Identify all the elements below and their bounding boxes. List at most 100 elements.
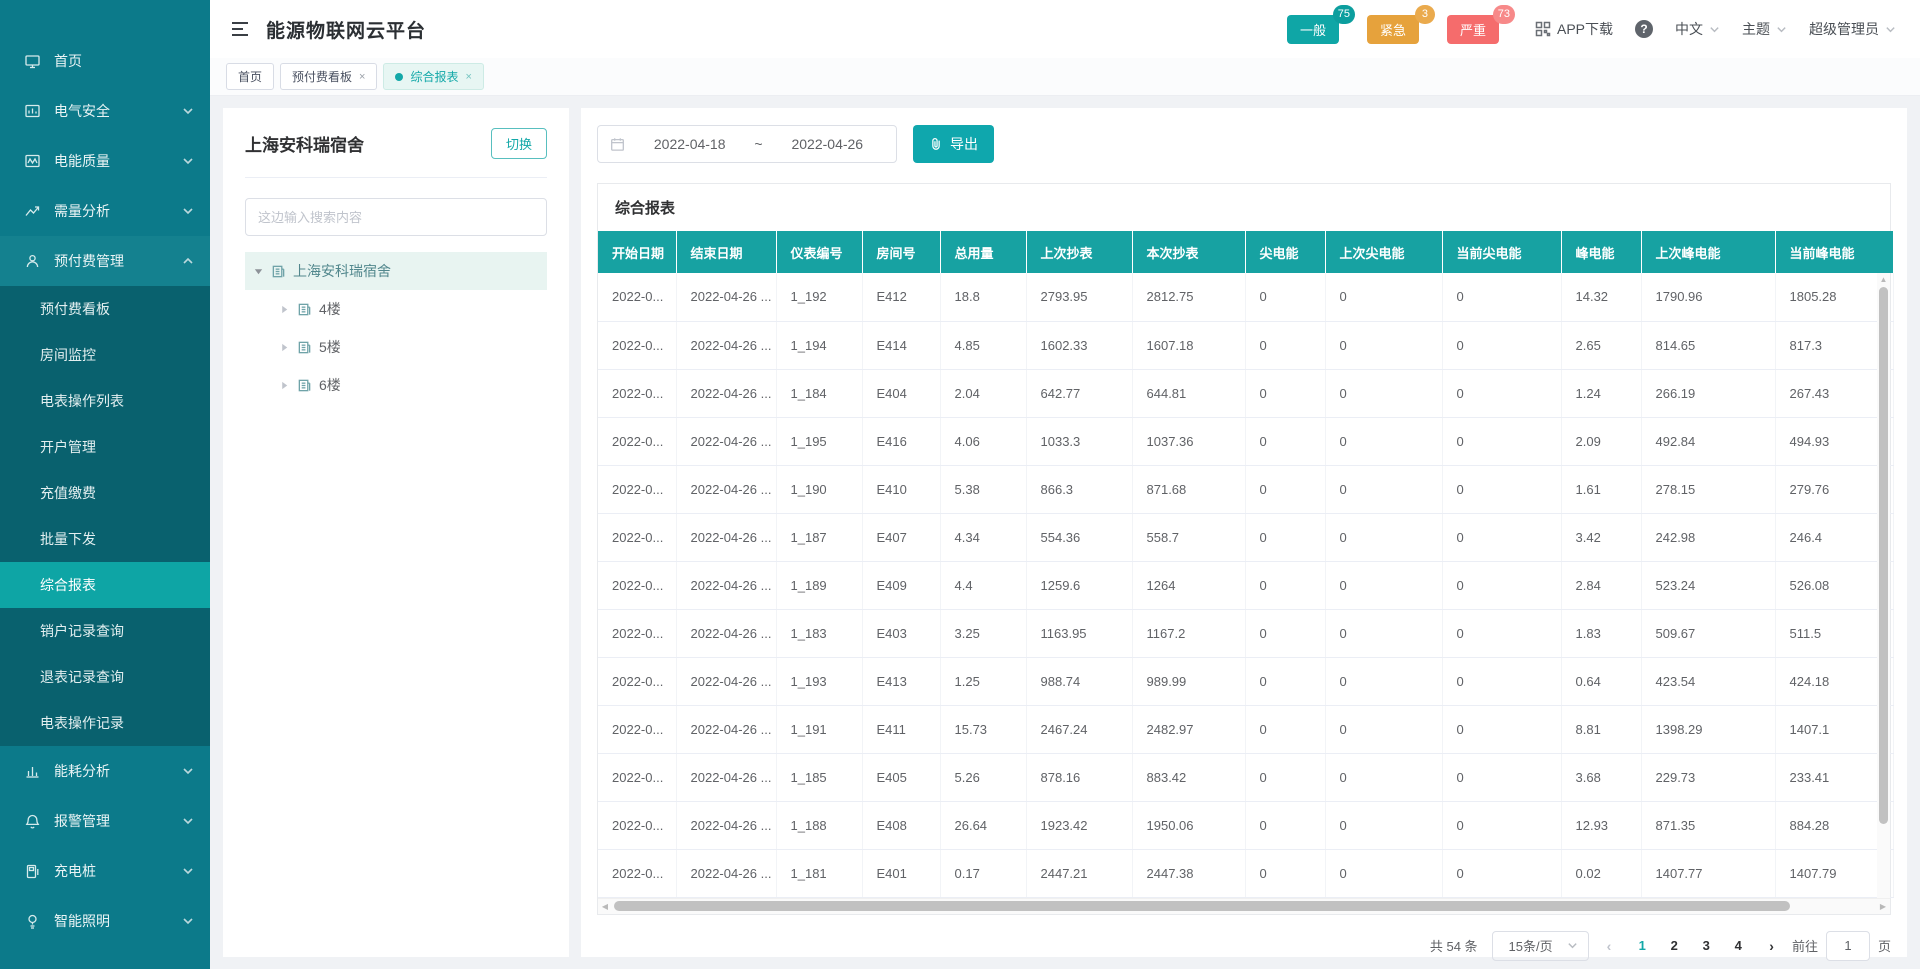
switch-site-button[interactable]: 切换 (491, 128, 547, 159)
table-cell: 1_194 (776, 321, 862, 369)
table-cell: 0 (1325, 657, 1442, 705)
table-cell: 1.61 (1561, 465, 1641, 513)
table-cell: 0 (1442, 705, 1561, 753)
sidebar-subitem[interactable]: 开户管理 (0, 424, 210, 470)
tab-active[interactable]: 综合报表× (383, 63, 483, 90)
table-cell: 1_189 (776, 561, 862, 609)
sidebar-subitem[interactable]: 退表记录查询 (0, 654, 210, 700)
table-cell: 0 (1245, 465, 1325, 513)
close-icon[interactable]: × (359, 71, 365, 83)
scroll-left-arrow-icon[interactable]: ◀ (598, 902, 612, 911)
table-cell: 5.38 (940, 465, 1026, 513)
sidebar-item[interactable]: 首页 (0, 36, 210, 86)
table-cell: 1923.42 (1026, 801, 1132, 849)
column-header: 峰电能 (1561, 231, 1641, 273)
sidebar-item[interactable]: 需量分析 (0, 186, 210, 236)
tab-label: 预付费看板 (292, 68, 352, 85)
alarm-badge[interactable]: 一般75 (1287, 15, 1339, 44)
prev-page-button[interactable]: ‹ (1603, 938, 1616, 954)
sidebar-subitem[interactable]: 充值缴费 (0, 470, 210, 516)
page-number-button[interactable]: 2 (1661, 934, 1687, 957)
sidebar-item[interactable]: 报警管理 (0, 796, 210, 846)
language-selector[interactable]: 中文 (1675, 19, 1720, 39)
sidebar-item-label: 充电桩 (54, 861, 96, 881)
sidebar-item-label: 电气安全 (54, 101, 110, 121)
tab-item[interactable]: 预付费看板 × (280, 63, 377, 90)
tree-child-node[interactable]: 6楼 (245, 366, 547, 404)
date-range-picker[interactable]: 2022-04-18 ~ 2022-04-26 (597, 125, 897, 163)
page-number-button[interactable]: 4 (1725, 934, 1751, 957)
sidebar-subitem[interactable]: 电表操作记录 (0, 700, 210, 746)
help-icon[interactable]: ? (1635, 20, 1653, 38)
table-cell: E414 (862, 321, 940, 369)
tree-child-node[interactable]: 5楼 (245, 328, 547, 366)
caret-right-icon[interactable] (279, 380, 290, 391)
next-page-button[interactable]: › (1765, 938, 1778, 954)
sidebar-subitem[interactable]: 销户记录查询 (0, 608, 210, 654)
sidebar-subitem[interactable]: 房间监控 (0, 332, 210, 378)
caret-right-icon[interactable] (279, 342, 290, 353)
sidebar-subitem[interactable]: 预付费看板 (0, 286, 210, 332)
theme-selector[interactable]: 主题 (1742, 19, 1787, 39)
caret-right-icon[interactable] (279, 304, 290, 315)
table-cell: 0 (1442, 369, 1561, 417)
collapse-sidebar-icon[interactable] (230, 19, 250, 39)
table-cell: 866.3 (1026, 465, 1132, 513)
table-cell: 4.06 (940, 417, 1026, 465)
sidebar-item[interactable]: 能耗分析 (0, 746, 210, 796)
table-cell: E403 (862, 609, 940, 657)
page-size-select[interactable]: 15条/页 (1492, 931, 1589, 961)
table-cell: 0 (1245, 753, 1325, 801)
scroll-right-arrow-icon[interactable]: ▶ (1876, 902, 1890, 911)
sidebar: 首页电气安全电能质量需量分析预付费管理预付费看板房间监控电表操作列表开户管理充值… (0, 0, 210, 969)
table-cell: 1_191 (776, 705, 862, 753)
sidebar-subitem[interactable]: 批量下发 (0, 516, 210, 562)
sidebar-item[interactable]: 智能照明 (0, 896, 210, 946)
table-cell: 0 (1442, 849, 1561, 897)
sidebar-subitem[interactable]: 综合报表 (0, 562, 210, 608)
tab-item[interactable]: 首页 (226, 63, 274, 90)
caret-down-icon[interactable] (253, 266, 264, 277)
app-download-link[interactable]: APP下载 (1535, 19, 1613, 39)
sidebar-item[interactable]: 电气安全 (0, 86, 210, 136)
sidebar-item[interactable]: 充电桩 (0, 846, 210, 896)
chevron-down-icon (182, 765, 194, 777)
date-end-value[interactable]: 2022-04-26 (771, 136, 884, 152)
close-icon[interactable]: × (465, 71, 471, 83)
building-icon (297, 378, 312, 393)
page-number-button[interactable]: 1 (1629, 934, 1655, 957)
tree-child-label: 6楼 (319, 375, 341, 395)
export-button[interactable]: 导出 (913, 125, 994, 163)
horizontal-scrollbar[interactable]: ◀ ▶ (598, 898, 1890, 914)
table-cell: 1407.1 (1775, 705, 1893, 753)
table-cell: 0 (1442, 321, 1561, 369)
vertical-scrollbar-thumb[interactable] (1879, 287, 1888, 824)
vertical-scrollbar[interactable]: ▲ (1877, 273, 1890, 898)
table-cell: 2.84 (1561, 561, 1641, 609)
sidebar-subitem[interactable]: 电表操作列表 (0, 378, 210, 424)
table-cell: 2022-04-26 ... (676, 321, 776, 369)
sidebar-item[interactable]: 电能质量 (0, 136, 210, 186)
table-cell: 0 (1245, 417, 1325, 465)
goto-page-input[interactable] (1826, 931, 1870, 961)
tree-child-node[interactable]: 4楼 (245, 290, 547, 328)
tree-root-node[interactable]: 上海安科瑞宿舍 (245, 252, 547, 290)
site-title: 上海安科瑞宿舍 (245, 131, 364, 156)
column-header: 总用量 (940, 231, 1026, 273)
tree-search-input[interactable] (245, 198, 547, 236)
table-cell: 0 (1325, 801, 1442, 849)
table-cell: 0 (1245, 609, 1325, 657)
table-cell: 15.73 (940, 705, 1026, 753)
horizontal-scrollbar-thumb[interactable] (614, 901, 1790, 911)
scroll-up-arrow-icon[interactable]: ▲ (1877, 273, 1890, 286)
alarm-badge[interactable]: 紧急3 (1367, 15, 1419, 44)
column-header: 仪表编号 (776, 231, 862, 273)
date-start-value[interactable]: 2022-04-18 (633, 136, 746, 152)
table-cell: 2022-04-26 ... (676, 801, 776, 849)
building-icon (271, 264, 286, 279)
user-menu[interactable]: 超级管理员 (1809, 19, 1896, 39)
sidebar-item[interactable]: 预付费管理 (0, 236, 210, 286)
table-cell: 424.18 (1775, 657, 1893, 705)
page-number-button[interactable]: 3 (1693, 934, 1719, 957)
alarm-badge[interactable]: 严重73 (1447, 15, 1499, 44)
